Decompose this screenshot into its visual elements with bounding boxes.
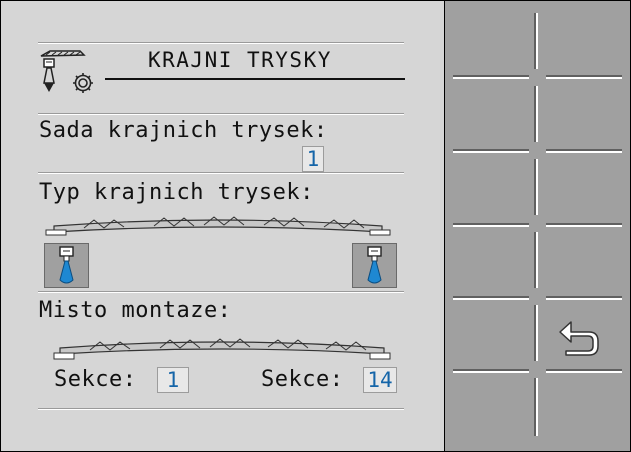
nozzle-icon — [59, 246, 74, 284]
mounting-label: Misto montaze: — [39, 298, 232, 323]
nozzle-type-label: Typ krajnich trysek: — [39, 180, 314, 205]
softkey-6-left[interactable] — [445, 373, 535, 445]
softkey-3-right[interactable] — [538, 153, 628, 225]
page-title: KRAJNI TRYSKY — [148, 48, 332, 72]
divider — [38, 173, 404, 174]
softkey-5-left[interactable] — [445, 300, 535, 372]
softkey-6-right[interactable] — [538, 373, 628, 445]
left-nozzle-button[interactable] — [44, 243, 89, 288]
left-section-value[interactable]: 1 — [157, 367, 189, 393]
return-button[interactable] — [538, 300, 628, 372]
softkey-2-right[interactable] — [538, 79, 628, 151]
boom-diagram — [52, 336, 392, 366]
softkey-1-right[interactable] — [538, 1, 628, 73]
main-panel: KRAJNI TRYSKY Sada krajnich trysek: 1 Ty… — [1, 1, 444, 451]
divider — [38, 292, 404, 293]
right-section-value[interactable]: 14 — [363, 367, 397, 393]
softkey-4-right[interactable] — [538, 227, 628, 299]
softkey-2-left[interactable] — [445, 79, 535, 151]
nozzle-icon — [367, 246, 382, 284]
softkey-3-left[interactable] — [445, 153, 535, 225]
nozzle-set-value[interactable]: 1 — [302, 146, 324, 172]
boom-diagram — [44, 214, 392, 244]
softkey-1-left[interactable] — [445, 1, 535, 73]
terminal-screen: KRAJNI TRYSKY Sada krajnich trysek: 1 Ty… — [0, 0, 631, 452]
divider — [38, 409, 404, 410]
softkey-4-left[interactable] — [445, 227, 535, 299]
divider — [38, 43, 404, 44]
gear-icon — [70, 70, 96, 96]
right-section-label: Sekce: — [261, 367, 344, 392]
nozzle-set-label: Sada krajnich trysek: — [39, 118, 328, 143]
right-nozzle-button[interactable] — [352, 243, 397, 288]
left-section-label: Sekce: — [54, 367, 137, 392]
divider — [38, 114, 404, 115]
return-arrow-icon — [559, 321, 599, 356]
softkey-panel — [445, 1, 630, 451]
title-underline — [105, 78, 405, 80]
